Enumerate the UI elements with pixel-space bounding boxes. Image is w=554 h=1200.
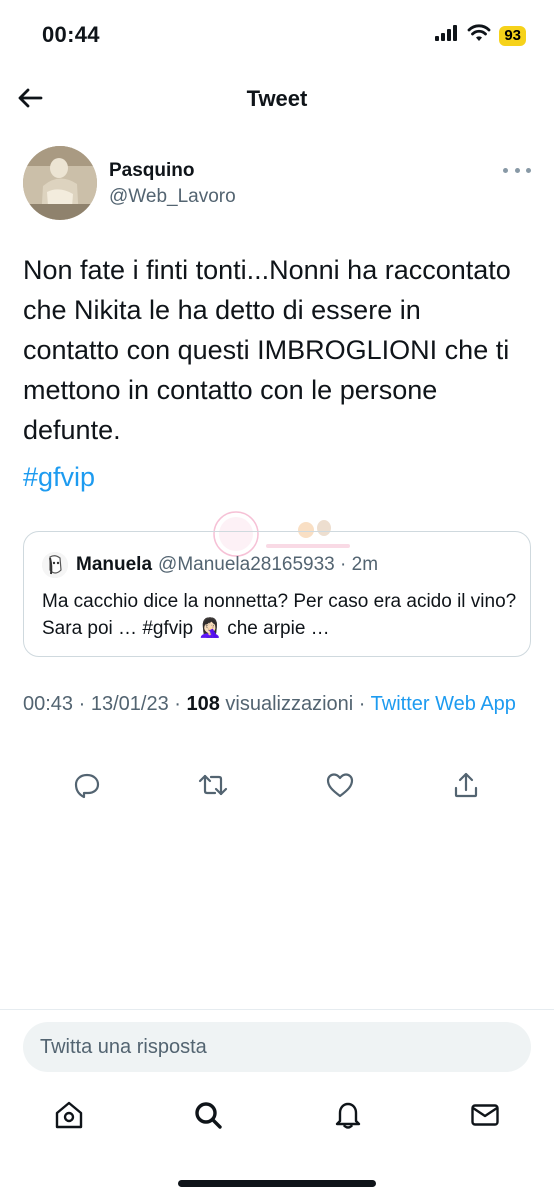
more-dot	[514, 167, 520, 173]
status-bar: 00:44 93	[0, 0, 554, 68]
divider	[0, 1009, 554, 1010]
views-count[interactable]: 108	[186, 693, 219, 715]
meta-separator: ·	[73, 693, 91, 715]
tweet-text: Non fate i finti tonti...Nonni ha raccon…	[23, 255, 511, 445]
home-icon	[55, 1101, 83, 1129]
signal-icon	[435, 25, 459, 46]
quoted-tweet-text: Ma cacchio dice la nonnetta? Per caso er…	[42, 591, 517, 639]
tweet-author: Pasquino @Web_Lavoro	[23, 146, 533, 222]
retweet-button[interactable]	[196, 768, 230, 802]
notifications-icon	[335, 1102, 361, 1129]
avatar[interactable]	[23, 146, 97, 220]
author-name[interactable]: Pasquino	[109, 160, 195, 182]
reply-icon	[74, 773, 100, 799]
reply-button[interactable]	[70, 768, 104, 802]
more-dots-icon	[503, 167, 508, 173]
page-title: Tweet	[246, 86, 308, 111]
home-indicator	[178, 1180, 376, 1187]
quoted-tweet-header: Manuela @Manuela28165933 · 2m	[42, 552, 378, 578]
reply-input[interactable]: Twitta una risposta	[23, 1022, 531, 1072]
tab-search[interactable]	[191, 1098, 225, 1132]
hashtag-link[interactable]: #gfvip	[23, 462, 95, 493]
quoted-avatar	[42, 552, 68, 578]
tweet-date: 13/01/23	[90, 693, 169, 715]
quoted-author-handle: @Manuela28165933 · 2m	[158, 554, 379, 575]
meta-separator: ·	[168, 693, 187, 715]
tab-notifications[interactable]	[331, 1098, 365, 1132]
views-label: visualizzazioni	[219, 693, 354, 715]
meta-separator: ·	[353, 693, 371, 715]
share-button[interactable]	[449, 768, 483, 802]
tweet-meta: 00:43 · 13/01/23 · 108 visualizzazioni ·…	[23, 690, 533, 719]
tweet-actions	[0, 764, 554, 804]
tab-messages[interactable]	[468, 1098, 502, 1132]
tab-home[interactable]	[52, 1098, 86, 1132]
bottom-tab-bar	[0, 1094, 554, 1138]
like-button[interactable]	[323, 768, 357, 802]
reply-placeholder: Twitta una risposta	[40, 1036, 207, 1058]
status-time: 00:44	[42, 22, 100, 47]
search-icon	[195, 1102, 222, 1129]
retweet-icon	[198, 774, 228, 796]
quoted-author-name: Manuela	[76, 554, 153, 575]
wifi-icon	[467, 24, 491, 47]
share-icon	[454, 772, 478, 798]
more-options-button[interactable]	[503, 160, 531, 180]
like-icon	[326, 773, 354, 798]
more-dot	[526, 167, 531, 173]
tweet-time: 00:43	[23, 693, 74, 715]
status-icons: 93	[435, 24, 526, 47]
battery-icon: 93	[499, 25, 526, 46]
quoted-tweet[interactable]: Manuela @Manuela28165933 · 2m Ma cacchio…	[23, 531, 531, 657]
author-handle[interactable]: @Web_Lavoro	[109, 186, 236, 208]
messages-icon	[471, 1104, 499, 1126]
tweet-source-link[interactable]: Twitter Web App	[371, 693, 516, 715]
top-navigation: Tweet	[0, 72, 554, 124]
